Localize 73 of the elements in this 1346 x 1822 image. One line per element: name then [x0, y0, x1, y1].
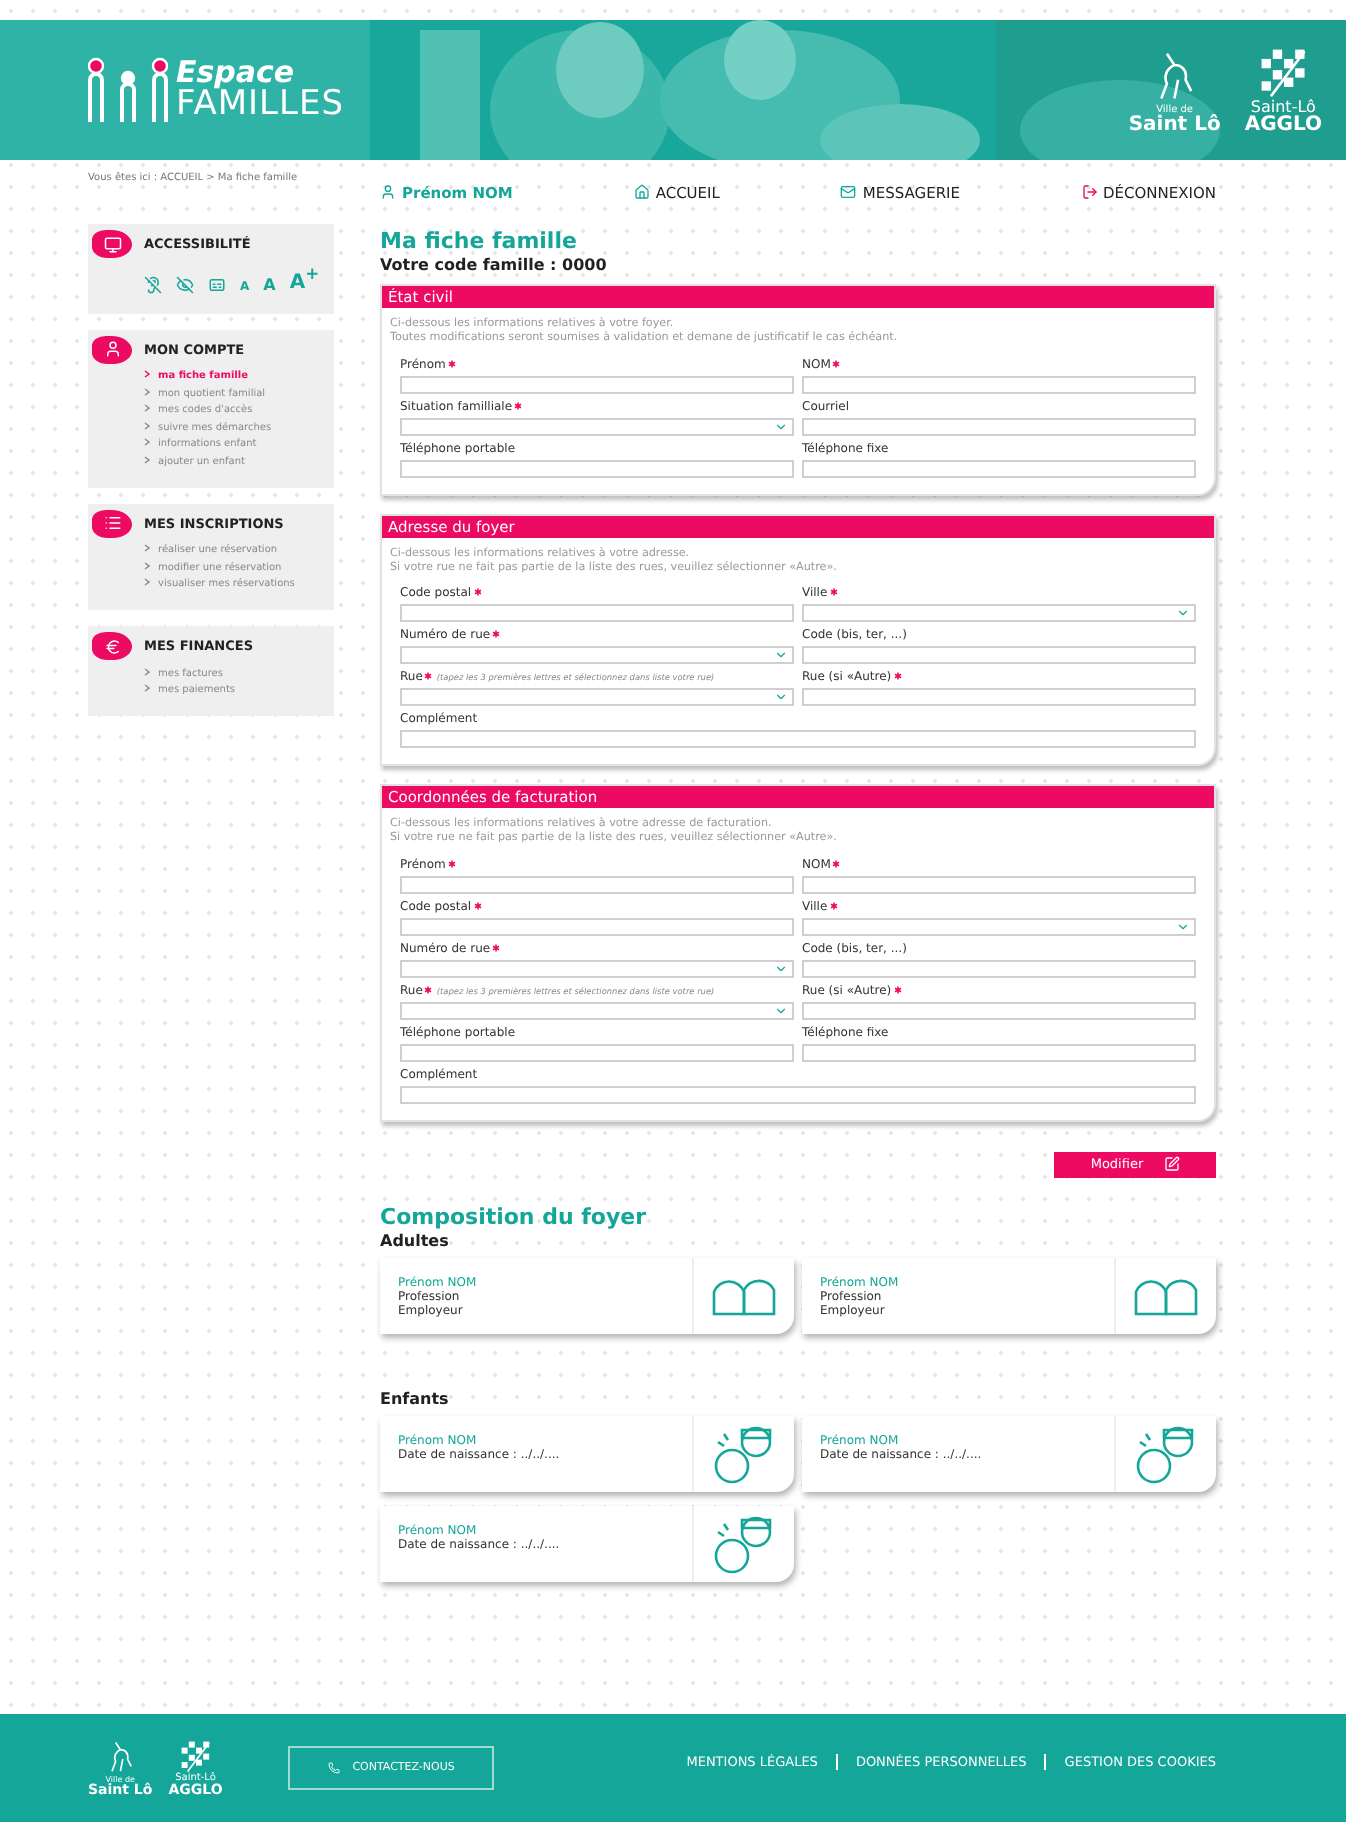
select-field[interactable]	[802, 604, 1196, 623]
chevron-down-icon	[774, 648, 788, 663]
family-logo-icon	[88, 54, 168, 126]
section-heading: Composition du foyer	[380, 1203, 649, 1230]
page-title: Ma fiche famille	[380, 228, 579, 254]
required-asterisk-icon	[492, 943, 501, 952]
eye-off-icon[interactable]	[176, 275, 194, 294]
captions-icon[interactable]	[208, 275, 226, 294]
input-field[interactable]	[400, 917, 794, 936]
required-asterisk-icon	[473, 901, 482, 910]
required-asterisk-icon	[514, 401, 523, 410]
required-asterisk-icon	[447, 359, 456, 368]
select-field[interactable]	[400, 1001, 794, 1020]
user-icon	[92, 335, 132, 364]
input-field[interactable]	[400, 1043, 794, 1062]
home-icon	[633, 184, 650, 200]
required-asterisk-icon	[424, 985, 433, 994]
mail-icon	[840, 184, 857, 200]
logo-text: AGGLO	[1244, 116, 1322, 136]
required-asterisk-icon	[492, 630, 501, 639]
select-field[interactable]	[400, 646, 794, 665]
input-field[interactable]	[400, 604, 794, 623]
required-asterisk-icon	[893, 985, 902, 994]
font-size-button[interactable]: A	[263, 277, 276, 294]
chevron-down-icon	[774, 1003, 788, 1018]
required-asterisk-icon	[447, 859, 456, 868]
input-field[interactable]	[802, 459, 1196, 478]
phone-icon	[328, 1762, 341, 1774]
input-field[interactable]	[400, 875, 794, 894]
required-asterisk-icon	[424, 672, 433, 681]
input-field[interactable]	[400, 1085, 1196, 1104]
chevron-down-icon	[774, 690, 788, 705]
family-code: Votre code famille : 0000	[380, 256, 609, 274]
chevron-down-icon	[1176, 919, 1190, 934]
required-asterisk-icon	[893, 672, 902, 681]
logout-icon	[1081, 184, 1098, 200]
chevron-down-icon	[774, 419, 788, 434]
logo-text: Saint Lô	[1128, 116, 1221, 136]
group-heading: Adultes	[380, 1231, 451, 1250]
input-field[interactable]	[400, 730, 1196, 749]
input-field[interactable]	[802, 375, 1196, 394]
group-heading: Enfants	[380, 1389, 451, 1408]
input-field[interactable]	[400, 459, 794, 478]
select-field[interactable]	[802, 917, 1196, 936]
logo-text: FAMILLES	[176, 88, 345, 122]
input-field[interactable]	[802, 1043, 1196, 1062]
select-field[interactable]	[400, 959, 794, 978]
edit-icon	[1163, 1156, 1180, 1173]
squares-logo-icon	[177, 1738, 214, 1774]
select-field[interactable]	[400, 688, 794, 707]
input-field[interactable]	[802, 688, 1196, 707]
input-field[interactable]	[802, 959, 1196, 978]
monitor-icon	[92, 230, 132, 258]
select-field[interactable]	[400, 417, 794, 436]
input-field[interactable]	[802, 417, 1196, 436]
chevron-down-icon	[1176, 606, 1190, 621]
required-asterisk-icon	[473, 588, 482, 597]
required-asterisk-icon	[829, 901, 838, 910]
logo-text: Saint-Lô	[1250, 100, 1316, 116]
user-icon	[380, 184, 396, 200]
required-asterisk-icon	[829, 588, 838, 597]
euro-icon	[92, 632, 132, 661]
required-asterisk-icon	[832, 359, 841, 368]
input-field[interactable]	[802, 875, 1196, 894]
input-field[interactable]	[802, 646, 1196, 665]
list-icon	[92, 509, 132, 538]
logo-text: Espace	[176, 58, 295, 88]
required-asterisk-icon	[832, 859, 841, 868]
input-field[interactable]	[400, 375, 794, 394]
ear-off-icon[interactable]	[144, 275, 162, 294]
font-size-button[interactable]: A$^{+}$	[289, 265, 320, 294]
chevron-down-icon	[774, 961, 788, 976]
input-field[interactable]	[802, 1001, 1196, 1020]
